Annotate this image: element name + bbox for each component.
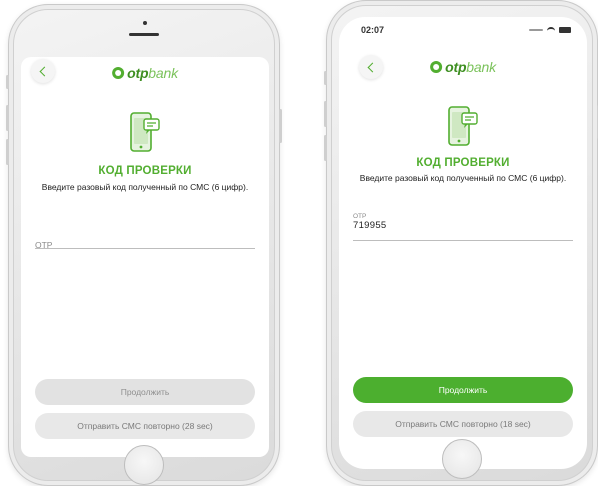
resend-sms-button[interactable]: Отправить СМС повторно (18 sec): [353, 411, 573, 437]
back-button[interactable]: [31, 59, 55, 83]
otp-value: 719955: [353, 220, 387, 231]
phone-sms-icon: [448, 106, 478, 146]
chevron-left-icon: [39, 66, 50, 76]
page-subtitle: Введите разовый код полученный по СМС (6…: [41, 182, 249, 192]
otp-caption: OTP: [353, 213, 367, 220]
otpbank-logo-icon: [112, 67, 125, 79]
wifi-icon: [547, 27, 555, 33]
page-title: КОД ПРОВЕРКИ: [98, 165, 192, 177]
logo-otp-text: otp: [127, 65, 149, 81]
otpbank-logo: otpbank: [112, 65, 178, 81]
page-title: КОД ПРОВЕРКИ: [416, 157, 510, 169]
home-button[interactable]: [442, 439, 482, 479]
continue-button[interactable]: Продолжить: [35, 379, 255, 405]
mute-switch: [6, 75, 9, 89]
volume-down-button: [6, 139, 9, 165]
home-button[interactable]: [124, 445, 164, 485]
volume-down-button: [324, 135, 327, 161]
continue-button[interactable]: Продолжить: [353, 377, 573, 403]
screen-left: otpbank КОД ПРОВЕРКИ Введите разовый код…: [21, 57, 269, 457]
logo-bank-text: bank: [148, 65, 178, 81]
otp-placeholder: OTP: [35, 240, 53, 250]
screen-right: 02:07 otpbank КОД ПРОВЕРКИ Введите разов…: [339, 17, 587, 469]
chevron-left-icon: [367, 62, 378, 72]
battery-icon: [559, 27, 571, 33]
volume-up-button: [6, 105, 9, 131]
page-subtitle: Введите разовый код полученный по СМС (6…: [359, 173, 567, 183]
front-camera: [143, 21, 147, 25]
otpbank-logo: otpbank: [430, 59, 496, 75]
power-button: [279, 109, 282, 143]
status-bar: 02:07: [339, 25, 587, 39]
logo-bank-text: bank: [466, 59, 496, 75]
phone-frame-left: otpbank КОД ПРОВЕРКИ Введите разовый код…: [6, 4, 282, 486]
status-time: 02:07: [361, 25, 385, 35]
back-button[interactable]: [359, 55, 383, 79]
phone-frame-right: 02:07 otpbank КОД ПРОВЕРКИ Введите разов…: [324, 0, 598, 486]
mute-switch: [324, 71, 327, 85]
volume-up-button: [324, 101, 327, 127]
logo-otp-text: otp: [445, 59, 467, 75]
otp-field[interactable]: OTP: [35, 233, 255, 250]
resend-sms-button[interactable]: Отправить СМС повторно (28 sec): [35, 413, 255, 439]
phone-sms-icon: [130, 112, 160, 152]
earpiece: [129, 33, 159, 36]
signal-icon: [529, 29, 543, 31]
otp-field[interactable]: OTP 719955: [353, 213, 573, 241]
otpbank-logo-icon: [430, 61, 443, 73]
